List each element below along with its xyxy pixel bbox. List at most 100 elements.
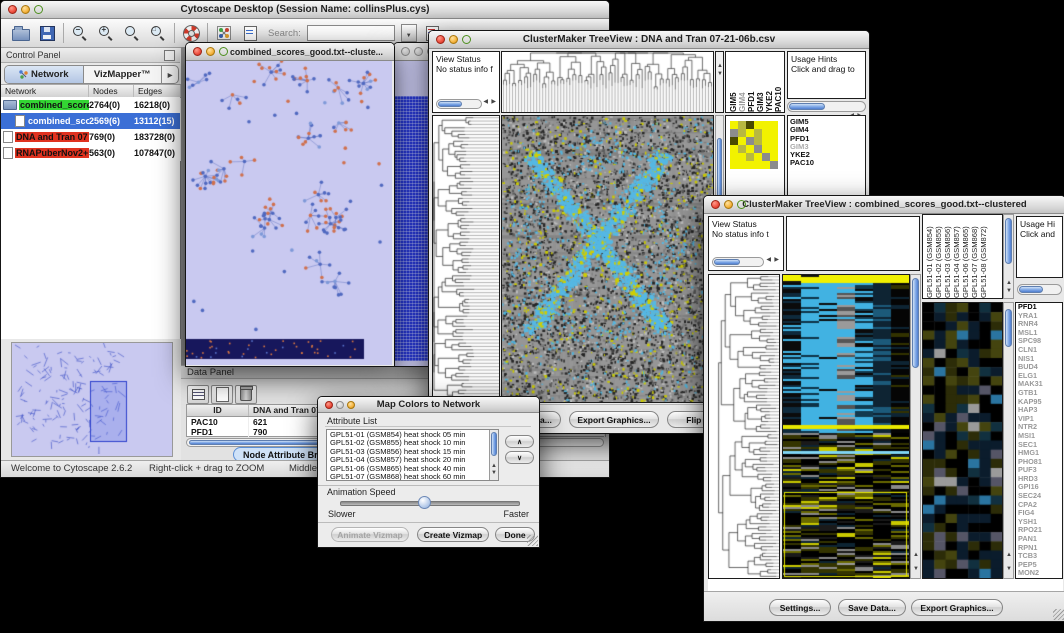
dialog-titlebar[interactable]: Map Colors to Network <box>318 397 539 413</box>
close-icon[interactable] <box>8 5 17 14</box>
tv2-usage-hscrollbar[interactable] <box>1017 284 1062 295</box>
network-row[interactable]: DNA and Tran 07769(0)183728(0) <box>1 129 180 145</box>
close-icon[interactable] <box>193 47 202 56</box>
matrix-cell[interactable] <box>754 145 762 153</box>
matrix-cell[interactable] <box>738 161 746 169</box>
matrix-cell[interactable] <box>762 129 770 137</box>
matrix-cell[interactable] <box>730 121 738 129</box>
close-icon[interactable] <box>325 401 333 409</box>
matrix-cell[interactable] <box>762 161 770 169</box>
tv2-heatmap[interactable] <box>782 274 910 579</box>
matrix-cell[interactable] <box>770 145 778 153</box>
scrollbar-thumb[interactable] <box>789 103 825 110</box>
matrix-cell[interactable] <box>746 137 754 145</box>
create-vizmap-button[interactable]: Create Vizmap <box>417 527 489 542</box>
minimize-icon[interactable] <box>336 401 344 409</box>
tv1-row-dendrogram[interactable] <box>432 115 500 403</box>
tab-network[interactable]: Network <box>5 66 84 83</box>
network-canvas[interactable] <box>186 61 392 365</box>
annotation-button[interactable] <box>240 23 260 43</box>
scrollbar-thumb[interactable] <box>1005 309 1012 347</box>
move-up-button[interactable]: ∧ <box>505 435 534 448</box>
export-graphics-button[interactable]: Export Graphics... <box>911 599 1003 616</box>
matrix-cell[interactable] <box>770 121 778 129</box>
zoom-selected-button[interactable] <box>122 23 142 43</box>
attribute-list-vscrollbar[interactable] <box>489 430 498 480</box>
scroll-down-icon[interactable] <box>913 557 919 575</box>
view-status-hscrollbar[interactable] <box>436 99 482 109</box>
matrix-cell[interactable] <box>746 161 754 169</box>
matrix-cell[interactable] <box>746 121 754 129</box>
zoom-in-button[interactable]: + <box>96 23 116 43</box>
matrix-cell[interactable] <box>770 129 778 137</box>
matrix-cell[interactable] <box>762 145 770 153</box>
row-dendrogram-canvas[interactable] <box>433 116 499 402</box>
save-session-button[interactable] <box>37 23 57 43</box>
close-icon[interactable] <box>711 200 720 209</box>
scrollbar-thumb[interactable] <box>714 259 740 265</box>
matrix-cell[interactable] <box>762 137 770 145</box>
attribute-select-button[interactable] <box>187 385 209 404</box>
gene-label[interactable]: MON2 <box>1016 569 1062 578</box>
zoom-window-icon[interactable] <box>737 200 746 209</box>
tv2-heatmap-vscrollbar[interactable] <box>910 274 921 579</box>
scroll-down-icon[interactable] <box>1006 557 1012 575</box>
matrix-cell[interactable] <box>730 145 738 153</box>
col-id[interactable]: ID <box>187 405 249 416</box>
zoom-fit-button[interactable]: □ <box>148 23 168 43</box>
network-view-titlebar[interactable]: combined_scores_good.txt--cluste... <box>186 43 394 61</box>
minimize-icon[interactable] <box>21 5 30 14</box>
col-edges[interactable]: Edges <box>134 85 181 97</box>
new-attribute-button[interactable] <box>211 385 233 404</box>
tv2-zoom-heatmap[interactable] <box>922 302 1003 579</box>
export-graphics-button[interactable]: Export Graphics... <box>569 411 659 428</box>
scrollbar-thumb[interactable] <box>491 432 497 456</box>
tab-vizmapper[interactable]: VizMapper™ <box>84 66 162 83</box>
matrix-cell[interactable] <box>746 129 754 137</box>
scroll-left-icon[interactable] <box>483 90 488 108</box>
minimize-icon[interactable] <box>206 47 215 56</box>
network-row[interactable]: RNAPuberNov2+563(0)107847(0) <box>1 145 180 161</box>
tv2-genes-vscrollbar[interactable] <box>1003 302 1014 579</box>
scroll-down-icon[interactable] <box>717 62 723 80</box>
scroll-left-icon[interactable] <box>766 248 771 266</box>
zoom-out-button[interactable]: − <box>70 23 90 43</box>
tab-overflow-button[interactable] <box>161 66 178 83</box>
settings-button[interactable]: Settings... <box>769 599 831 616</box>
heatmap-canvas[interactable] <box>783 275 909 578</box>
network-overview-panel[interactable] <box>11 342 173 457</box>
animation-slider-thumb[interactable] <box>418 496 431 509</box>
matrix-cell[interactable] <box>770 153 778 161</box>
search-dropdown-button[interactable] <box>401 24 417 42</box>
col-nodes[interactable]: Nodes <box>89 85 134 97</box>
delete-attribute-button[interactable] <box>235 385 257 404</box>
matrix-cell[interactable] <box>730 153 738 161</box>
scrollbar-thumb[interactable] <box>1019 286 1043 293</box>
tv1-usage-hscrollbar[interactable] <box>787 101 866 112</box>
matrix-cell[interactable] <box>754 153 762 161</box>
tv2-labels-vscrollbar[interactable] <box>1003 214 1014 299</box>
matrix-cell[interactable] <box>770 137 778 145</box>
matrix-cell[interactable] <box>730 137 738 145</box>
matrix-cell[interactable] <box>730 161 738 169</box>
tv1-column-dendrogram[interactable] <box>501 51 714 113</box>
correlation-matrix[interactable] <box>730 121 778 169</box>
scrollbar-thumb[interactable] <box>438 101 462 107</box>
open-session-button[interactable] <box>11 23 31 43</box>
minimize-icon[interactable] <box>414 47 423 56</box>
scrollbar-thumb[interactable] <box>1005 218 1012 264</box>
matrix-cell[interactable] <box>738 137 746 145</box>
treeview2-titlebar[interactable]: ClusterMaker TreeView : combined_scores_… <box>704 196 1064 214</box>
scroll-right-icon[interactable] <box>491 90 496 108</box>
minimize-icon[interactable] <box>724 200 733 209</box>
tv2-column-dendrogram[interactable] <box>786 216 920 271</box>
treeview1-titlebar[interactable]: ClusterMaker TreeView : DNA and Tran 07-… <box>429 31 869 49</box>
matrix-cell[interactable] <box>762 153 770 161</box>
scroll-down-icon[interactable] <box>1006 279 1012 297</box>
matrix-cell[interactable] <box>762 121 770 129</box>
zoom-window-icon[interactable] <box>347 401 355 409</box>
zoom-window-icon[interactable] <box>219 47 228 56</box>
network-overview-button[interactable] <box>214 23 234 43</box>
matrix-cell[interactable] <box>738 121 746 129</box>
help-button[interactable] <box>181 23 201 43</box>
